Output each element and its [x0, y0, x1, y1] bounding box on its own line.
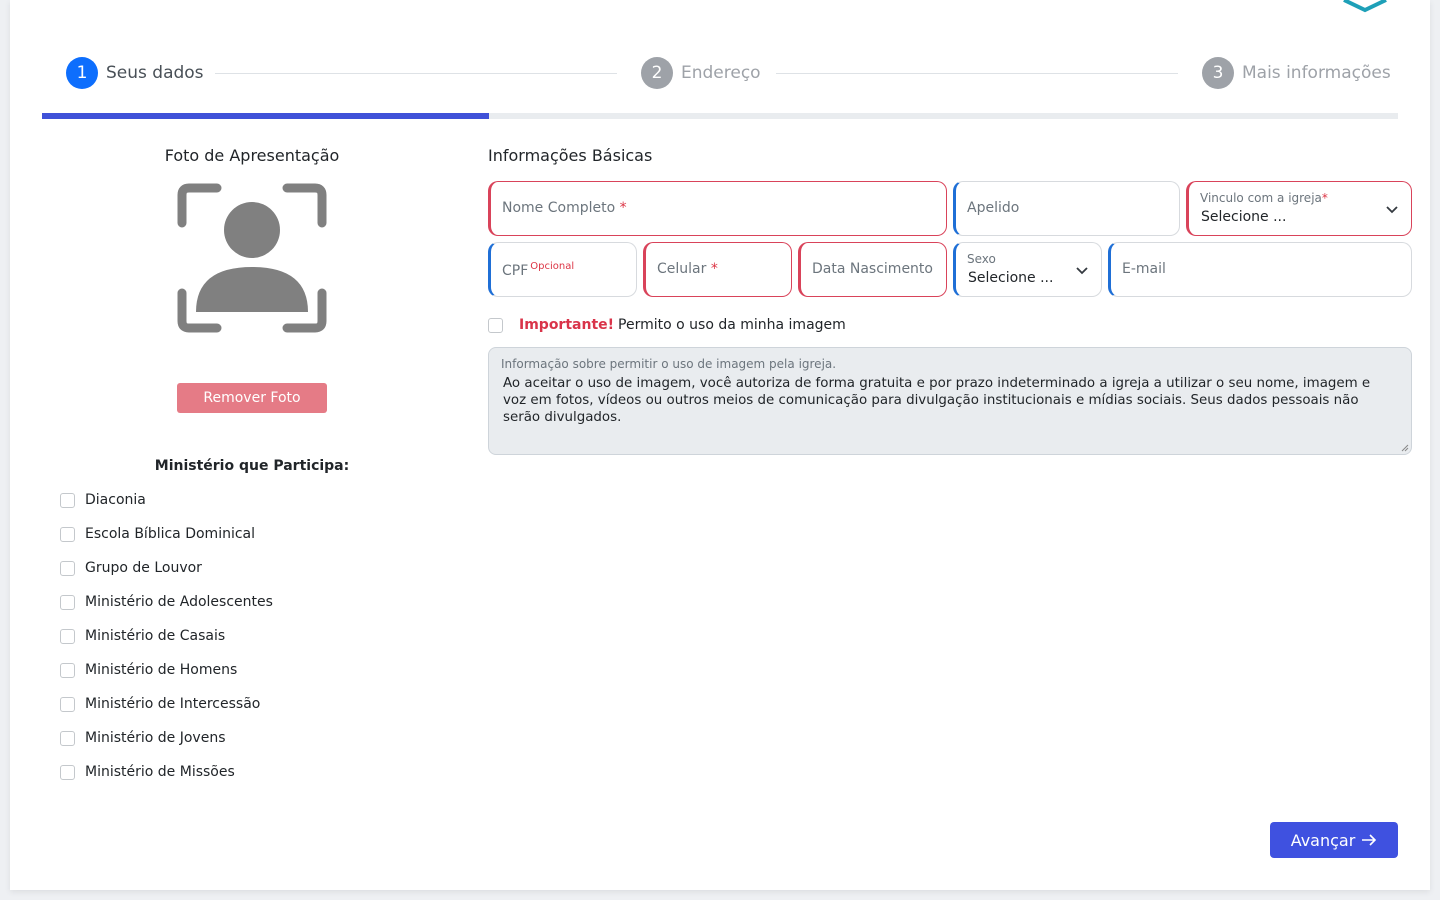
next-label: Avançar — [1290, 830, 1356, 850]
resize-handle-icon[interactable] — [1401, 444, 1409, 452]
cpf-placeholder: CPF — [502, 263, 529, 279]
info-label: Informação sobre permitir o uso de image… — [501, 357, 837, 371]
optional-badge: Opcional — [530, 261, 575, 272]
list-item[interactable]: Grupo de Louvor — [60, 558, 273, 592]
list-item[interactable]: Diaconia — [60, 490, 273, 524]
checkbox[interactable] — [60, 731, 75, 746]
checkbox[interactable] — [60, 663, 75, 678]
chevron-down-icon — [1386, 206, 1398, 214]
sex-label: Sexo — [967, 252, 996, 266]
step-number: 2 — [641, 57, 673, 89]
step-mais-informacoes[interactable]: 3 Mais informações — [1202, 57, 1391, 89]
user-portrait-frame-icon[interactable] — [177, 183, 327, 333]
birth-date-placeholder: Data Nascimento — [812, 261, 933, 277]
important-label: Importante! — [519, 317, 615, 333]
next-button[interactable]: Avançar — [1270, 822, 1398, 858]
ministry-label: Ministério de Homens — [85, 662, 238, 678]
step-connector — [776, 73, 1178, 74]
arrow-right-icon — [1362, 834, 1377, 846]
ministry-label: Grupo de Louvor — [85, 560, 202, 576]
step-label: Mais informações — [1242, 63, 1391, 83]
ministries-title: Ministério que Participa: — [154, 458, 350, 474]
list-item[interactable]: Ministério de Homens — [60, 660, 273, 694]
email-field[interactable]: E-mail — [1108, 242, 1412, 297]
image-info-textarea: Informação sobre permitir o uso de image… — [488, 347, 1412, 455]
phone-placeholder: Celular — [657, 261, 707, 277]
basic-info-title: Informações Básicas — [488, 146, 653, 165]
progress-bar — [42, 113, 1398, 119]
ministry-label: Ministério de Jovens — [85, 730, 226, 746]
info-text: Ao aceitar o uso de imagem, você autoriz… — [503, 376, 1371, 425]
remove-photo-button[interactable]: Remover Foto — [177, 383, 327, 413]
full-name-field[interactable]: Nome Completo * — [488, 181, 947, 236]
ministry-label: Ministério de Missões — [85, 764, 235, 780]
step-connector — [215, 73, 617, 74]
list-item[interactable]: Ministério de Missões — [60, 762, 273, 796]
chevron-down-icon — [1076, 267, 1088, 275]
checkbox[interactable] — [60, 595, 75, 610]
nickname-field[interactable]: Apelido — [953, 181, 1180, 236]
step-label: Endereço — [681, 63, 761, 83]
checkbox[interactable] — [60, 697, 75, 712]
ministry-label: Escola Bíblica Dominical — [85, 526, 256, 542]
logo-icon — [1343, 0, 1387, 13]
list-item[interactable]: Ministério de Casais — [60, 626, 273, 660]
list-item[interactable]: Ministério de Intercessão — [60, 694, 273, 728]
list-item[interactable]: Ministério de Jovens — [60, 728, 273, 762]
checkbox[interactable] — [60, 629, 75, 644]
image-consent-checkbox[interactable] — [488, 317, 503, 333]
church-link-select[interactable]: Vinculo com a igreja* Selecione ... — [1186, 181, 1412, 236]
progress-fill — [42, 113, 490, 119]
step-number: 3 — [1202, 57, 1234, 89]
church-link-label: Vinculo com a igreja — [1200, 191, 1322, 205]
photo-title: Foto de Apresentação — [164, 146, 340, 165]
ministry-label: Diaconia — [85, 492, 146, 508]
phone-field[interactable]: Celular * — [643, 242, 792, 297]
consent-text: Permito o uso da minha imagem — [618, 317, 846, 333]
list-item[interactable]: Ministério de Adolescentes — [60, 592, 273, 626]
church-link-value: Selecione ... — [1201, 209, 1287, 225]
step-number: 1 — [66, 57, 98, 89]
checkbox[interactable] — [60, 527, 75, 542]
list-item[interactable]: Escola Bíblica Dominical — [60, 524, 273, 558]
required-mark: * — [1321, 191, 1328, 205]
step-seus-dados[interactable]: 1 Seus dados — [66, 57, 204, 89]
required-mark: * — [710, 261, 718, 277]
step-label: Seus dados — [106, 63, 204, 83]
ministry-label: Ministério de Intercessão — [85, 696, 261, 712]
nickname-placeholder: Apelido — [967, 200, 1020, 216]
sex-value: Selecione ... — [968, 270, 1054, 286]
required-mark: * — [619, 200, 627, 216]
step-endereco[interactable]: 2 Endereço — [641, 57, 761, 89]
email-placeholder: E-mail — [1122, 261, 1166, 277]
cpf-field[interactable]: CPF Opcional — [488, 242, 637, 297]
ministry-label: Ministério de Adolescentes — [85, 594, 273, 610]
checkbox[interactable] — [60, 493, 75, 508]
checkbox[interactable] — [60, 561, 75, 576]
full-name-placeholder: Nome Completo — [502, 200, 616, 216]
birth-date-field[interactable]: Data Nascimento — [798, 242, 947, 297]
checkbox[interactable] — [60, 765, 75, 780]
sex-select[interactable]: Sexo Selecione ... — [953, 242, 1102, 297]
ministries-list: Diaconia Escola Bíblica Dominical Grupo … — [60, 490, 273, 796]
image-consent: Importante! Permito o uso da minha image… — [488, 317, 846, 333]
ministry-label: Ministério de Casais — [85, 628, 226, 644]
